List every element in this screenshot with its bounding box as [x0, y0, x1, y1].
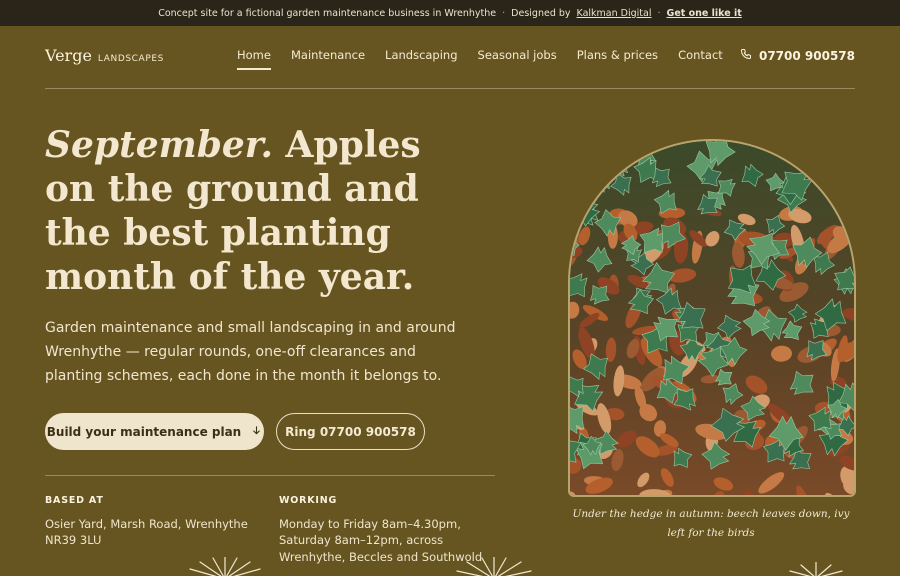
nav-contact[interactable]: Contact: [678, 48, 723, 70]
separator: ·: [657, 7, 661, 19]
logo-suffix: LANDSCAPES: [97, 54, 164, 64]
ring-button[interactable]: Ring 07700 900578: [276, 413, 425, 450]
logo-wordmark: Verge: [45, 46, 92, 65]
seedhead-ornament: [789, 562, 843, 576]
logo[interactable]: Verge LANDSCAPES: [45, 46, 164, 65]
working-block: WORKING Monday to Friday 8am–4.30pm, Sat…: [279, 493, 499, 565]
based-at-block: BASED AT Osier Yard, Marsh Road, Wrenhyt…: [45, 493, 255, 549]
working-label: WORKING: [279, 495, 338, 506]
nav-home[interactable]: Home: [237, 48, 271, 70]
site-header: Verge LANDSCAPES Home Maintenance Landsc…: [45, 40, 855, 74]
header-phone-link[interactable]: 07700 900578: [740, 48, 855, 63]
header-divider: [45, 88, 855, 89]
ivy-leaves-image: [570, 141, 854, 495]
separator: ·: [502, 7, 506, 19]
nav-maintenance[interactable]: Maintenance: [291, 48, 365, 70]
nav-landscaping[interactable]: Landscaping: [385, 48, 458, 70]
main-nav: Home Maintenance Landscaping Seasonal jo…: [237, 48, 723, 70]
based-at-label: BASED AT: [45, 495, 104, 506]
photo-caption: Under the hedge in autumn: beech leaves …: [572, 508, 850, 539]
hero-headline: September. Apples on the ground and the …: [45, 123, 465, 299]
build-plan-label: Build your maintenance plan: [46, 424, 242, 439]
promo-bar: Concept site for a fictional garden main…: [0, 0, 900, 26]
designed-by-label: Designed by: [511, 7, 571, 19]
nav-seasonal-jobs[interactable]: Seasonal jobs: [478, 48, 557, 70]
designer-link[interactable]: Kalkman Digital: [577, 8, 652, 19]
hero-lede: Garden maintenance and small landscaping…: [45, 320, 456, 384]
build-plan-button[interactable]: Build your maintenance plan: [45, 413, 264, 450]
headline-month: September.: [45, 124, 273, 166]
seedhead-ornament: [189, 557, 261, 576]
ring-label: Ring 07700 900578: [285, 424, 416, 439]
get-one-link[interactable]: Get one like it: [667, 8, 742, 19]
nav-plans-prices[interactable]: Plans & prices: [577, 48, 658, 70]
details-divider: [45, 475, 495, 476]
header-phone-number: 07700 900578: [758, 48, 855, 63]
arrow-down-icon: [251, 425, 262, 439]
hero-photo: [568, 139, 856, 497]
concept-notice: Concept site for a fictional garden main…: [158, 7, 497, 19]
based-at-address: Osier Yard, Marsh Road, Wrenhythe NR39 3…: [45, 516, 248, 548]
phone-icon: [740, 48, 752, 63]
seedhead-ornament: [456, 557, 532, 576]
